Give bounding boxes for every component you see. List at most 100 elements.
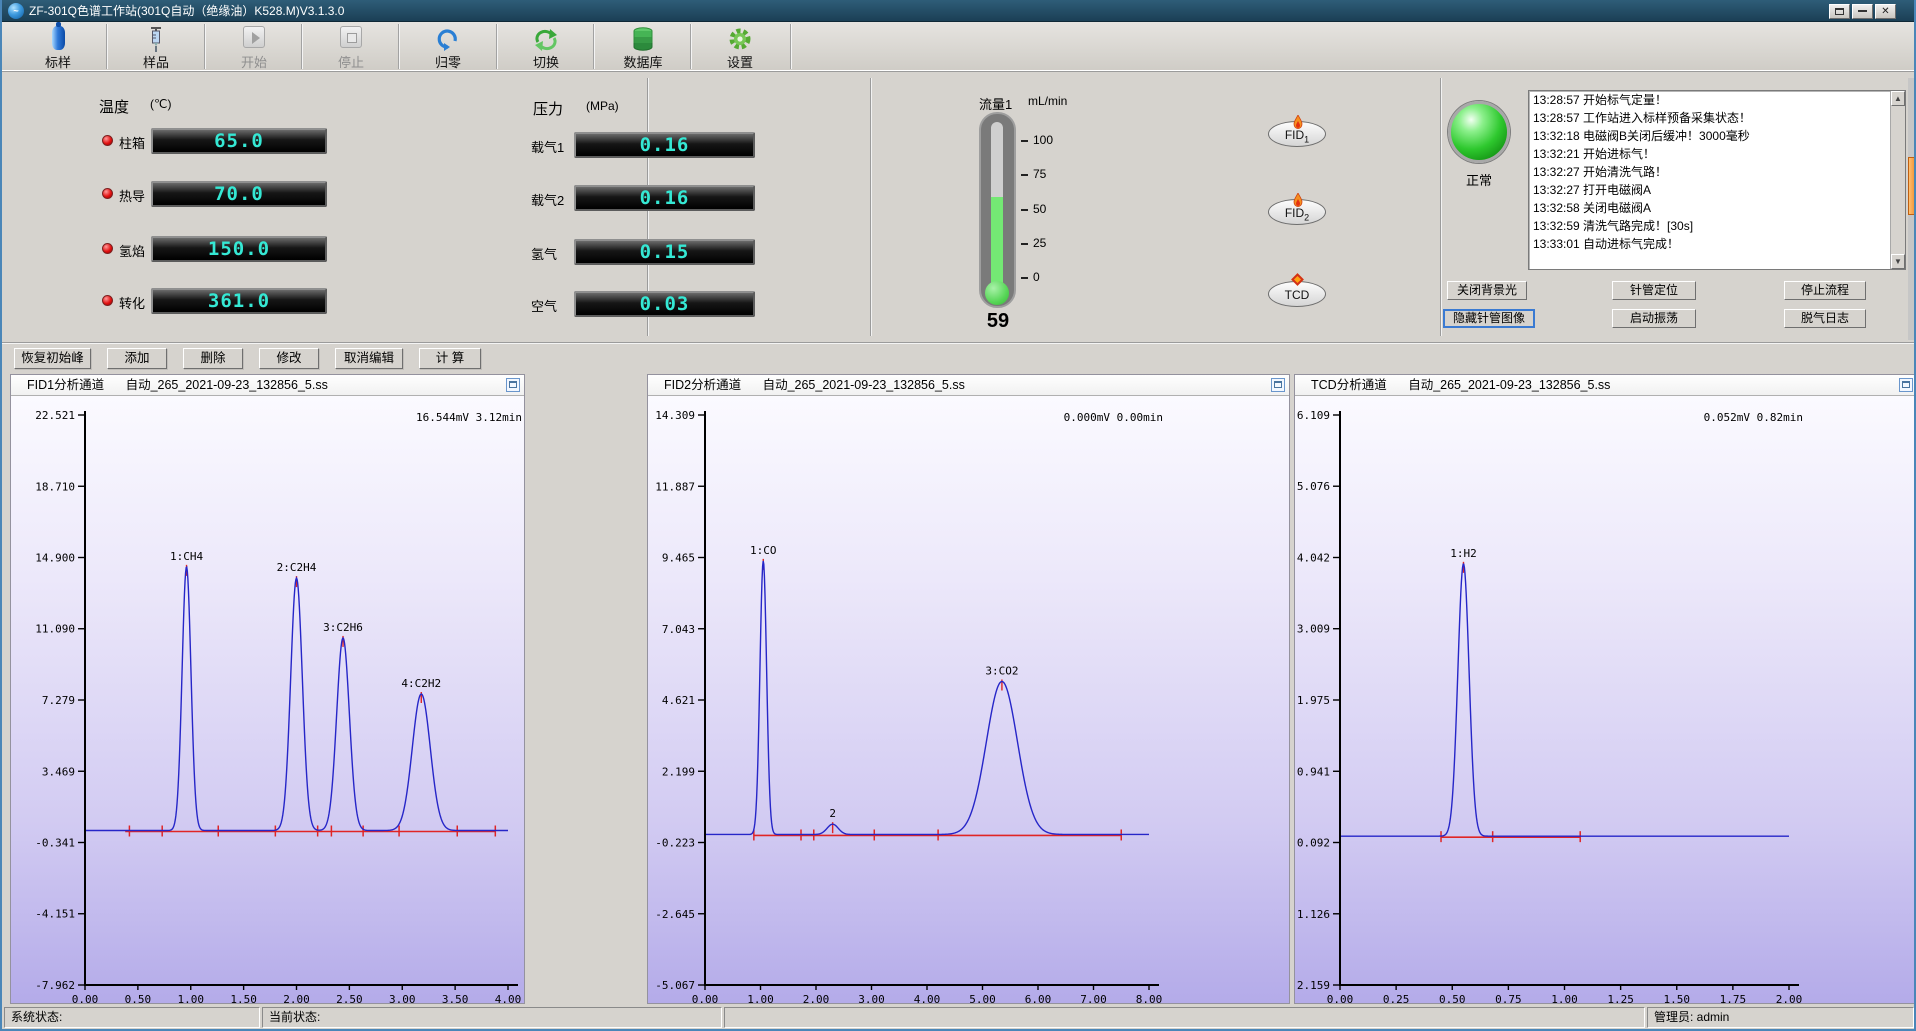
fid1-detector-button[interactable]: FID1 [1268,121,1326,147]
close-backlight-button[interactable]: 关闭背景光 [1447,281,1527,300]
maximize-chart-icon[interactable] [1271,378,1285,392]
svg-text:6.00: 6.00 [1025,993,1052,1003]
maximize-chart-icon[interactable] [1899,378,1913,392]
minimize-window-button[interactable] [1852,4,1873,19]
svg-text:2:C2H4: 2:C2H4 [277,561,317,574]
chart-channel-name: TCD分析通道 [1311,378,1387,392]
svg-text:11.887: 11.887 [655,480,695,493]
svg-text:0.941: 0.941 [1297,765,1330,778]
toolbar-database-button[interactable]: 数据库 [595,22,691,71]
stop-flow-button[interactable]: 停止流程 [1784,281,1866,300]
toolbar-zero-button[interactable]: 归零 [400,22,496,71]
toolbar-switch-button[interactable]: 切换 [498,22,594,71]
title-bar: ~ ZF-301Q色谱工作站(301Q自动（绝缘油）K528.M)V3.1.3.… [2,0,1914,22]
tcd-detector-button[interactable]: TCD [1268,281,1326,307]
temperature-unit: (℃) [150,97,171,111]
svg-text:1:CH4: 1:CH4 [170,550,203,563]
pressure-hydrogen-display: 0.15 [574,239,755,265]
svg-text:1.50: 1.50 [1664,993,1691,1003]
close-window-button[interactable]: ✕ [1875,4,1896,19]
temp-row-label: 柱箱 [119,133,145,152]
toolbar-sample-button[interactable]: 样品 [108,22,204,71]
svg-text:4:C2H2: 4:C2H2 [401,677,441,690]
svg-text:0.50: 0.50 [1439,993,1466,1003]
temp-row-label: 热导 [119,186,145,205]
svg-text:-0.341: -0.341 [35,836,75,849]
chromatogram-plot[interactable]: 22.52118.71014.90011.0907.2793.469-0.341… [11,396,524,1003]
toolbar-start-button[interactable]: 开始 [206,22,302,71]
svg-text:0.75: 0.75 [1495,993,1522,1003]
modify-peak-button[interactable]: 修改 [259,348,319,369]
toolbar-settings-button[interactable]: 设置 [692,22,788,71]
log-panel[interactable]: 13:28:57 开始标气定量！13:28:57 工作站进入标样预备采集状态！1… [1528,90,1906,270]
pressure-carrier1-display: 0.16 [574,132,755,158]
svg-text:3.00: 3.00 [389,993,416,1003]
chromatogram-plot[interactable]: 6.1095.0764.0423.0091.9750.941-0.092-1.1… [1295,396,1916,1003]
svg-text:-4.151: -4.151 [35,908,75,921]
maximize-chart-icon[interactable] [506,378,520,392]
needle-position-button[interactable]: 针管定位 [1612,281,1696,300]
svg-text:1.25: 1.25 [1607,993,1634,1003]
svg-text:9.465: 9.465 [662,552,695,565]
hide-needle-image-button[interactable]: 隐藏针管图像 [1443,309,1535,328]
toolbar-standard-sample-button[interactable]: 标样 [10,22,106,71]
status-led [102,295,113,306]
scroll-down-icon[interactable]: ▼ [1891,254,1905,269]
svg-text:22.521: 22.521 [35,409,75,422]
svg-text:3.50: 3.50 [442,993,469,1003]
start-shake-button[interactable]: 启动振荡 [1612,309,1696,328]
restore-window-button[interactable] [1829,4,1850,19]
svg-text:1.00: 1.00 [178,993,205,1003]
svg-text:-1.126: -1.126 [1295,908,1330,921]
degas-log-button[interactable]: 脱气日志 [1784,309,1866,328]
flow-tick-label: 100 [1033,133,1053,147]
svg-text:2.00: 2.00 [1776,993,1803,1003]
cancel-edit-button[interactable]: 取消编辑 [335,348,403,369]
temp-converter-display: 361.0 [151,288,327,314]
pressure-row-label: 载气2 [531,190,564,209]
flow-tick-label: 75 [1033,167,1046,181]
svg-text:4.00: 4.00 [495,993,522,1003]
chart-file-name: 自动_265_2021-09-23_132856_5.ss [1408,378,1610,392]
svg-text:4.621: 4.621 [662,694,695,707]
fid2-chart-panel: FID2分析通道 自动_265_2021-09-23_132856_5.ss 1… [647,374,1290,1004]
delete-peak-button[interactable]: 删除 [183,348,243,369]
svg-text:-2.159: -2.159 [1295,979,1330,992]
svg-text:0.25: 0.25 [1383,993,1410,1003]
svg-text:2: 2 [829,807,836,820]
side-scrollbar-thumb[interactable] [1908,157,1916,215]
svg-text:7.279: 7.279 [42,694,75,707]
chart-header: FID1分析通道 自动_265_2021-09-23_132856_5.ss [11,375,524,396]
fid2-detector-button[interactable]: FID2 [1268,199,1326,225]
chart-channel-name: FID1分析通道 [27,378,104,392]
svg-text:4.042: 4.042 [1297,552,1330,565]
svg-text:5.076: 5.076 [1297,480,1330,493]
svg-text:14.900: 14.900 [35,552,75,565]
temp-column-oven-display: 65.0 [151,128,327,154]
svg-text:1.975: 1.975 [1297,694,1330,707]
tcd-chart-panel: TCD分析通道 自动_265_2021-09-23_132856_5.ss 6.… [1294,374,1916,1004]
log-list: 13:28:57 开始标气定量！13:28:57 工作站进入标样预备采集状态！1… [1529,91,1890,253]
add-peak-button[interactable]: 添加 [107,348,167,369]
flame-icon [1293,190,1303,204]
pressure-group-title: 压力 [533,98,563,119]
calculate-button[interactable]: 计 算 [419,348,481,369]
svg-text:-5.067: -5.067 [655,979,695,992]
chart-header: FID2分析通道 自动_265_2021-09-23_132856_5.ss [648,375,1289,396]
svg-text:4.00: 4.00 [914,993,941,1003]
admin-cell: 管理员: admin [1647,1007,1914,1028]
syringe-icon [108,22,204,52]
log-line: 13:32:18 电磁阀B关闭后缓冲！3000毫秒 [1529,127,1890,145]
log-scrollbar[interactable]: ▲ ▼ [1890,91,1905,269]
svg-text:11.090: 11.090 [35,623,75,636]
log-line: 13:33:01 自动进标气完成！ [1529,235,1890,253]
svg-text:7.043: 7.043 [662,623,695,636]
peak-edit-toolbar: 恢复初始峰 添加 删除 修改 取消编辑 计 算 [2,343,1914,372]
restore-initial-peaks-button[interactable]: 恢复初始峰 [14,348,91,369]
scroll-up-icon[interactable]: ▲ [1891,91,1905,106]
status-lamp [1448,101,1510,163]
chromatogram-plot[interactable]: 14.30911.8879.4657.0434.6212.199-0.223-2… [648,396,1289,1003]
toolbar-stop-button[interactable]: 停止 [303,22,399,71]
reset-arrow-icon [400,22,496,52]
flow-gauge-unit: mL/min [1028,94,1067,108]
